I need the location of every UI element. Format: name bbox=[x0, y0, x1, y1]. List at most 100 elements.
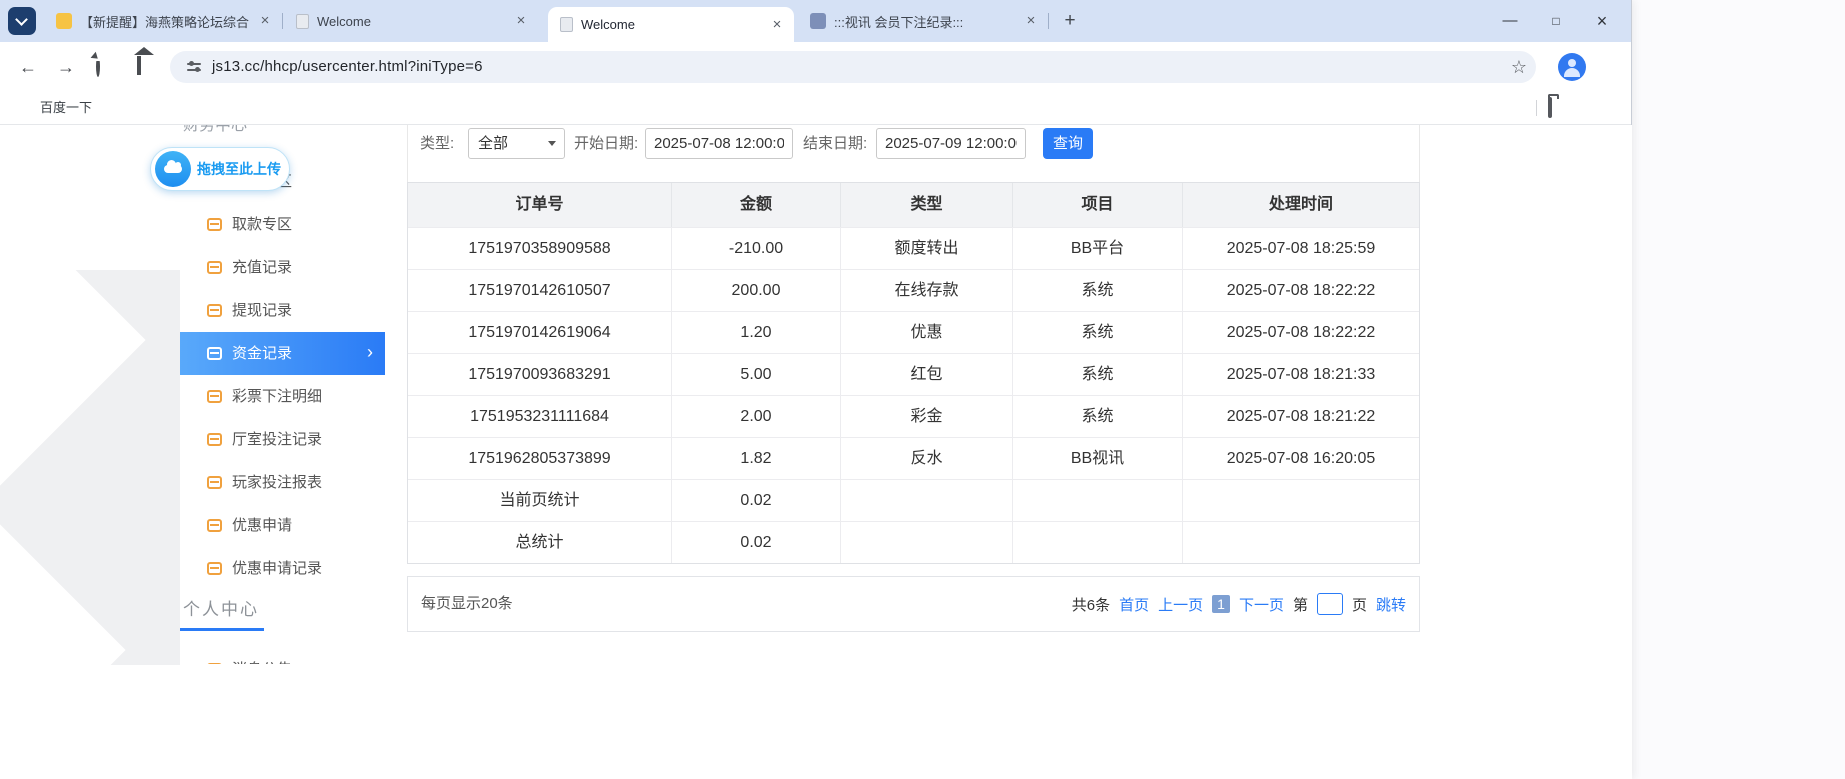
sidebar-menu-item[interactable]: 资金记录 › bbox=[180, 332, 385, 375]
menu-item-icon bbox=[207, 347, 222, 360]
table-header-cell: 项目 bbox=[1013, 183, 1183, 227]
menu-item-label: 优惠申请记录 bbox=[232, 547, 322, 590]
table-row: 17519532311116842.00彩金系统2025-07-08 18:21… bbox=[408, 395, 1419, 437]
sidebar-menu-item[interactable]: 优惠申请记录 › bbox=[180, 547, 385, 590]
table-header-cell: 类型 bbox=[841, 183, 1013, 227]
table-cell: 总统计 bbox=[408, 522, 672, 563]
other-bookmarks-folder-icon[interactable] bbox=[1548, 99, 1568, 117]
end-date-input[interactable] bbox=[876, 128, 1026, 159]
start-date-label: 开始日期: bbox=[574, 128, 638, 159]
tab-close-icon[interactable]: × bbox=[512, 12, 530, 30]
url-text[interactable]: js13.cc/hhcp/usercenter.html?iniType=6 bbox=[212, 51, 483, 83]
sidebar-menu-item[interactable]: 提现记录 › bbox=[180, 289, 385, 332]
table-cell: 系统 bbox=[1013, 354, 1183, 395]
table-cell: 在线存款 bbox=[841, 270, 1013, 311]
upload-badge-label: 拖拽至此上传 bbox=[197, 159, 281, 179]
type-select-value: 全部 bbox=[478, 129, 508, 158]
table-cell: 1751962805373899 bbox=[408, 438, 672, 479]
table-cell bbox=[1013, 522, 1183, 563]
browser-window: + — □ × 【新提醒】海燕策略论坛综合 × Welcome × Welcom… bbox=[0, 0, 1632, 779]
tab-search-button[interactable] bbox=[8, 7, 36, 35]
page-viewport: 财务中心 个人中心 消息公告 存款专区 › 取款专区 › 充值记录 › 提现记录… bbox=[0, 125, 1632, 779]
profile-avatar[interactable] bbox=[1558, 53, 1586, 81]
table-cell: 2025-07-08 18:22:22 bbox=[1183, 270, 1419, 311]
type-select[interactable]: 全部 bbox=[468, 128, 565, 159]
tab-close-icon[interactable]: × bbox=[1022, 12, 1040, 30]
menu-item-label: 资金记录 bbox=[232, 332, 292, 375]
jump-button[interactable]: 跳转 bbox=[1376, 594, 1406, 615]
first-page-link[interactable]: 首页 bbox=[1119, 594, 1149, 615]
bookmark-item[interactable]: 百度一下 bbox=[40, 92, 92, 124]
browser-tab[interactable]: :::视讯 会员下注纪录::: × bbox=[798, 0, 1048, 42]
pagination-controls: 共6条 首页 上一页 1 下一页 第 页 跳转 bbox=[1072, 577, 1406, 631]
table-cell bbox=[1013, 480, 1183, 521]
table-cell: 0.02 bbox=[672, 480, 841, 521]
table-cell: 红包 bbox=[841, 354, 1013, 395]
tab-separator bbox=[1048, 13, 1049, 29]
prev-page-link[interactable]: 上一页 bbox=[1158, 594, 1203, 615]
total-count-text: 共6条 bbox=[1072, 594, 1110, 615]
table-row: 17519628053738991.82反水BB视讯2025-07-08 16:… bbox=[408, 437, 1419, 479]
browser-tab[interactable]: 【新提醒】海燕策略论坛综合 × bbox=[44, 0, 282, 42]
table-cell bbox=[1183, 480, 1419, 521]
table-header-cell: 金额 bbox=[672, 183, 841, 227]
jump-page-input[interactable] bbox=[1317, 593, 1343, 615]
caret-down-icon bbox=[548, 141, 556, 146]
window-close-button[interactable]: × bbox=[1579, 0, 1625, 42]
sidebar-menu-item[interactable]: 取款专区 › bbox=[180, 203, 385, 246]
new-tab-button[interactable]: + bbox=[1058, 9, 1082, 33]
decorative-background bbox=[0, 270, 180, 665]
query-button[interactable]: 查询 bbox=[1043, 128, 1093, 159]
bookmark-star-icon[interactable]: ☆ bbox=[1506, 51, 1532, 83]
tab-title: Welcome bbox=[581, 17, 762, 32]
table-cell: 1.20 bbox=[672, 312, 841, 353]
sidebar-menu-item[interactable]: 玩家投注报表 › bbox=[180, 461, 385, 504]
table-row: 1751970358909588-210.00额度转出BB平台2025-07-0… bbox=[408, 227, 1419, 269]
sidebar-menu-item[interactable]: 充值记录 › bbox=[180, 246, 385, 289]
browser-tab[interactable]: Welcome × bbox=[284, 0, 538, 42]
table-cell: 1751953231111684 bbox=[408, 396, 672, 437]
table-cell bbox=[841, 522, 1013, 563]
home-button[interactable] bbox=[134, 56, 156, 78]
bookmarks-bar bbox=[0, 92, 1631, 125]
tab-favicon-icon bbox=[296, 14, 309, 29]
browser-tab[interactable]: Welcome × bbox=[548, 7, 794, 42]
menu-item-icon bbox=[207, 562, 222, 575]
menu-item-label: 玩家投注报表 bbox=[232, 461, 322, 504]
window-minimize-button[interactable]: — bbox=[1487, 0, 1533, 42]
menu-item-icon bbox=[207, 433, 222, 446]
menu-item-label: 充值记录 bbox=[232, 246, 292, 289]
table-cell: -210.00 bbox=[672, 228, 841, 269]
sidebar-menu-item[interactable]: 彩票下注明细 › bbox=[180, 375, 385, 418]
next-page-link[interactable]: 下一页 bbox=[1239, 594, 1284, 615]
menu-item-label: 彩票下注明细 bbox=[232, 375, 322, 418]
sidebar-menu-item[interactable]: 消息公告 bbox=[180, 648, 385, 664]
table-header-cell: 订单号 bbox=[408, 183, 672, 227]
table-cell: 2025-07-08 18:21:33 bbox=[1183, 354, 1419, 395]
jump-suffix-text: 页 bbox=[1352, 594, 1367, 615]
forward-button[interactable]: → bbox=[52, 54, 80, 80]
menu-item-label: 消息公告 bbox=[232, 648, 292, 664]
home-icon bbox=[137, 56, 141, 75]
site-info-icon[interactable] bbox=[186, 59, 202, 75]
window-maximize-button[interactable]: □ bbox=[1533, 0, 1579, 42]
table-cell: 1751970142619064 bbox=[408, 312, 672, 353]
upload-overlay-badge[interactable]: 拖拽至此上传 bbox=[150, 147, 290, 191]
reload-button[interactable] bbox=[96, 58, 114, 76]
start-date-input[interactable] bbox=[645, 128, 793, 159]
tab-close-icon[interactable]: × bbox=[256, 12, 274, 30]
tab-close-icon[interactable]: × bbox=[768, 16, 786, 34]
back-button[interactable]: ← bbox=[14, 54, 42, 80]
baidu-favicon-icon[interactable] bbox=[14, 99, 32, 117]
table-cell: 2025-07-08 18:25:59 bbox=[1183, 228, 1419, 269]
sidebar-menu-item[interactable]: 优惠申请 › bbox=[180, 504, 385, 547]
menu-item-icon bbox=[207, 390, 222, 403]
menu-item-icon bbox=[207, 261, 222, 274]
table-cell: 系统 bbox=[1013, 396, 1183, 437]
sidebar-partial-item-clip: 消息公告 bbox=[180, 648, 385, 664]
screen: + — □ × 【新提醒】海燕策略论坛综合 × Welcome × Welcom… bbox=[0, 0, 1845, 779]
bookmarks-separator bbox=[1536, 100, 1537, 116]
sidebar-menu-item[interactable]: 厅室投注记录 › bbox=[180, 418, 385, 461]
sidebar-section-partial: 财务中心 bbox=[183, 125, 247, 135]
menu-item-icon bbox=[207, 519, 222, 532]
